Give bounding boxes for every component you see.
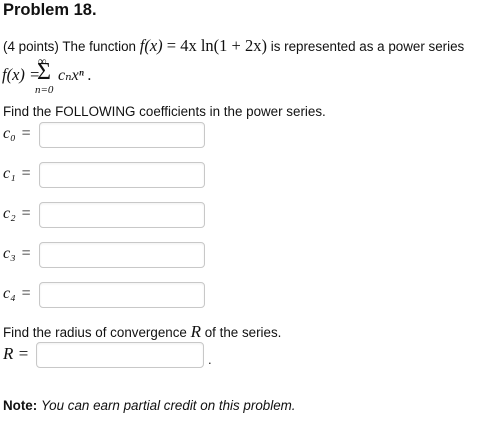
coefficient-label: c₁ = xyxy=(3,165,31,182)
series-lower-limit: n=0 xyxy=(35,84,54,96)
problem-title: Problem 18. xyxy=(3,1,97,19)
function-eq: = xyxy=(162,36,181,55)
points-text: (4 points) xyxy=(3,39,59,54)
c3-answer-input[interactable] xyxy=(39,242,205,268)
radius-prompt-after: of the series. xyxy=(204,325,282,340)
sigma-symbol: Σ xyxy=(37,59,51,85)
coefficients-prompt: Find the FOLLOWING coefficients in the p… xyxy=(3,104,326,119)
radius-symbol: R xyxy=(190,322,201,341)
coefficient-label: c₃ = xyxy=(3,245,31,262)
intro-tail: is represented as a power series xyxy=(270,39,465,54)
note-text: You can earn partial credit on this prob… xyxy=(40,398,296,413)
function-definition: f(x) = 4x ln(1 + 2x) xyxy=(140,36,267,55)
problem-intro: (4 points) The function f(x) = 4x ln(1 +… xyxy=(3,36,464,56)
coefficient-label: c₄ = xyxy=(3,285,31,302)
function-rhs: 4x ln(1 + 2x) xyxy=(180,36,267,55)
radius-prompt-before: Find the radius of convergence xyxy=(3,325,187,340)
coefficient-label: c₂ = xyxy=(3,205,31,222)
series-lhs: f(x) = xyxy=(2,65,41,84)
function-lhs: f(x) xyxy=(139,36,163,55)
c1-answer-input[interactable] xyxy=(39,162,205,188)
note-label: Note: xyxy=(3,398,38,413)
power-series-formula: f(x) = ∞ Σ cₙxⁿ . n=0 xyxy=(2,54,202,98)
c2-answer-input[interactable] xyxy=(39,202,205,228)
c0-answer-input[interactable] xyxy=(39,122,205,148)
c4-answer-input[interactable] xyxy=(39,282,205,308)
coefficient-label: c₀ = xyxy=(3,125,31,142)
radius-label: R = xyxy=(3,344,30,363)
intro-text: The function xyxy=(62,39,137,54)
partial-credit-note: Note: You can earn partial credit on thi… xyxy=(3,398,296,413)
radius-period: . xyxy=(208,352,212,367)
radius-answer-input[interactable] xyxy=(36,342,204,368)
radius-prompt: Find the radius of convergence R of the … xyxy=(3,322,281,342)
series-term: cₙxⁿ . xyxy=(58,67,92,84)
